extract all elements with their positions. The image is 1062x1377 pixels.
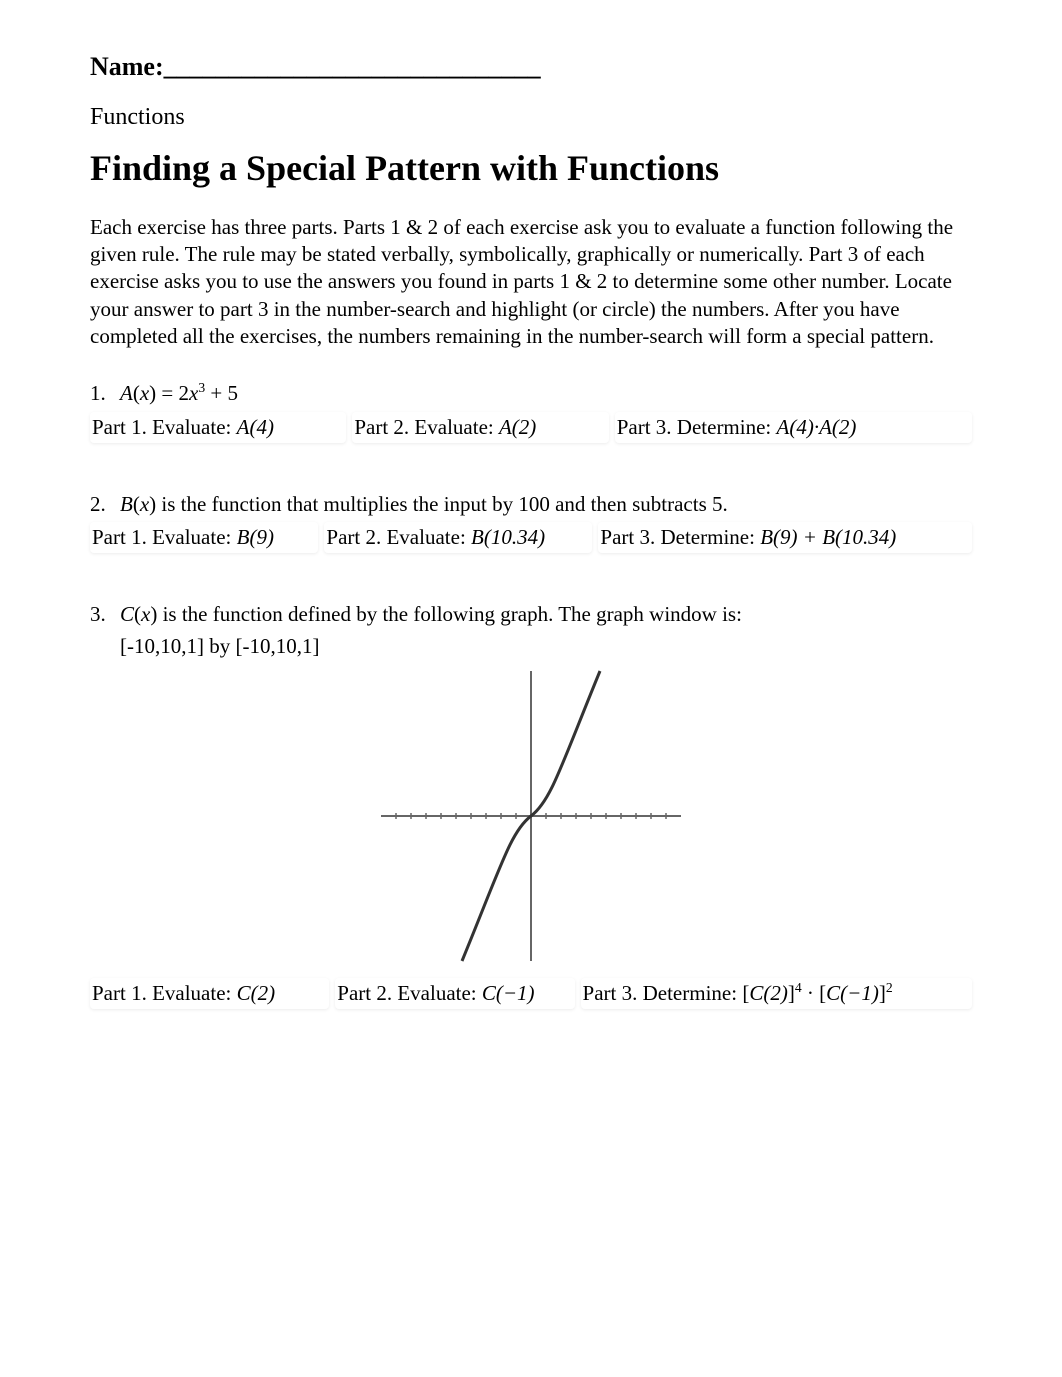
exercise-1-part-2: Part 2. Evaluate: A(2) bbox=[352, 412, 608, 443]
exercise-2-part-2: Part 2. Evaluate: B(10.34) bbox=[324, 522, 592, 553]
exercise-3-description: C(x) is the function defined by the foll… bbox=[120, 601, 742, 628]
exercise-3-part-3-expr: [C(2)]4 · [C(−1)]2 bbox=[742, 981, 892, 1005]
exercise-2-part-3: Part 3. Determine: B(9) + B(10.34) bbox=[598, 522, 972, 553]
exercise-1-part-1: Part 1. Evaluate: A(4) bbox=[90, 412, 346, 443]
exercise-2-header: 2. B(x) is the function that multiplies … bbox=[90, 491, 972, 518]
page-title: Finding a Special Pattern with Functions bbox=[90, 145, 972, 192]
exercise-2-part-3-expr: B(9) + B(10.34) bbox=[760, 525, 896, 549]
exercise-1: 1. A(x) = 2x3 + 5 Part 1. Evaluate: A(4)… bbox=[90, 380, 972, 443]
exercise-3-part-2: Part 2. Evaluate: C(−1) bbox=[335, 978, 574, 1009]
exercise-3-part-1-expr: C(2) bbox=[237, 981, 276, 1005]
exercise-1-part-1-expr: A(4) bbox=[237, 415, 274, 439]
exercise-3-part-3: Part 3. Determine: [C(2)]4 · [C(−1)]2 bbox=[581, 978, 972, 1009]
exercise-1-function-def: A(x) = 2x3 + 5 bbox=[120, 380, 238, 407]
exercise-2-description: B(x) is the function that multiplies the… bbox=[120, 491, 728, 518]
cubic-graph-icon bbox=[371, 666, 691, 966]
exercise-2: 2. B(x) is the function that multiplies … bbox=[90, 491, 972, 554]
exercise-2-parts: Part 1. Evaluate: B(9) Part 2. Evaluate:… bbox=[90, 522, 972, 553]
exercise-1-part-2-expr: A(2) bbox=[499, 415, 536, 439]
exercise-3-parts: Part 1. Evaluate: C(2) Part 2. Evaluate:… bbox=[90, 978, 972, 1009]
exercise-1-parts: Part 1. Evaluate: A(4) Part 2. Evaluate:… bbox=[90, 412, 972, 443]
category-subtitle: Functions bbox=[90, 102, 972, 133]
exercise-1-header: 1. A(x) = 2x3 + 5 bbox=[90, 380, 972, 407]
exercise-1-part-3-expr: A(4)·A(2) bbox=[777, 415, 857, 439]
exercise-1-part-3: Part 3. Determine: A(4)·A(2) bbox=[615, 412, 972, 443]
exercise-3: 3. C(x) is the function defined by the f… bbox=[90, 601, 972, 1009]
exercise-2-part-1: Part 1. Evaluate: B(9) bbox=[90, 522, 318, 553]
exercise-2-part-2-expr: B(10.34) bbox=[471, 525, 545, 549]
exercise-3-header: 3. C(x) is the function defined by the f… bbox=[90, 601, 972, 628]
exercise-3-graph bbox=[371, 666, 691, 966]
exercise-2-part-1-expr: B(9) bbox=[237, 525, 274, 549]
name-field: Name:_____________________________ bbox=[90, 50, 972, 84]
exercise-1-number: 1. bbox=[90, 380, 108, 407]
exercise-2-number: 2. bbox=[90, 491, 108, 518]
exercise-3-graph-container bbox=[90, 666, 972, 966]
exercise-3-part-1: Part 1. Evaluate: C(2) bbox=[90, 978, 329, 1009]
exercise-3-part-2-expr: C(−1) bbox=[482, 981, 535, 1005]
instructions-paragraph: Each exercise has three parts. Parts 1 &… bbox=[90, 214, 972, 350]
exercise-3-number: 3. bbox=[90, 601, 108, 628]
exercise-3-window: [-10,10,1] by [-10,10,1] bbox=[120, 633, 972, 660]
